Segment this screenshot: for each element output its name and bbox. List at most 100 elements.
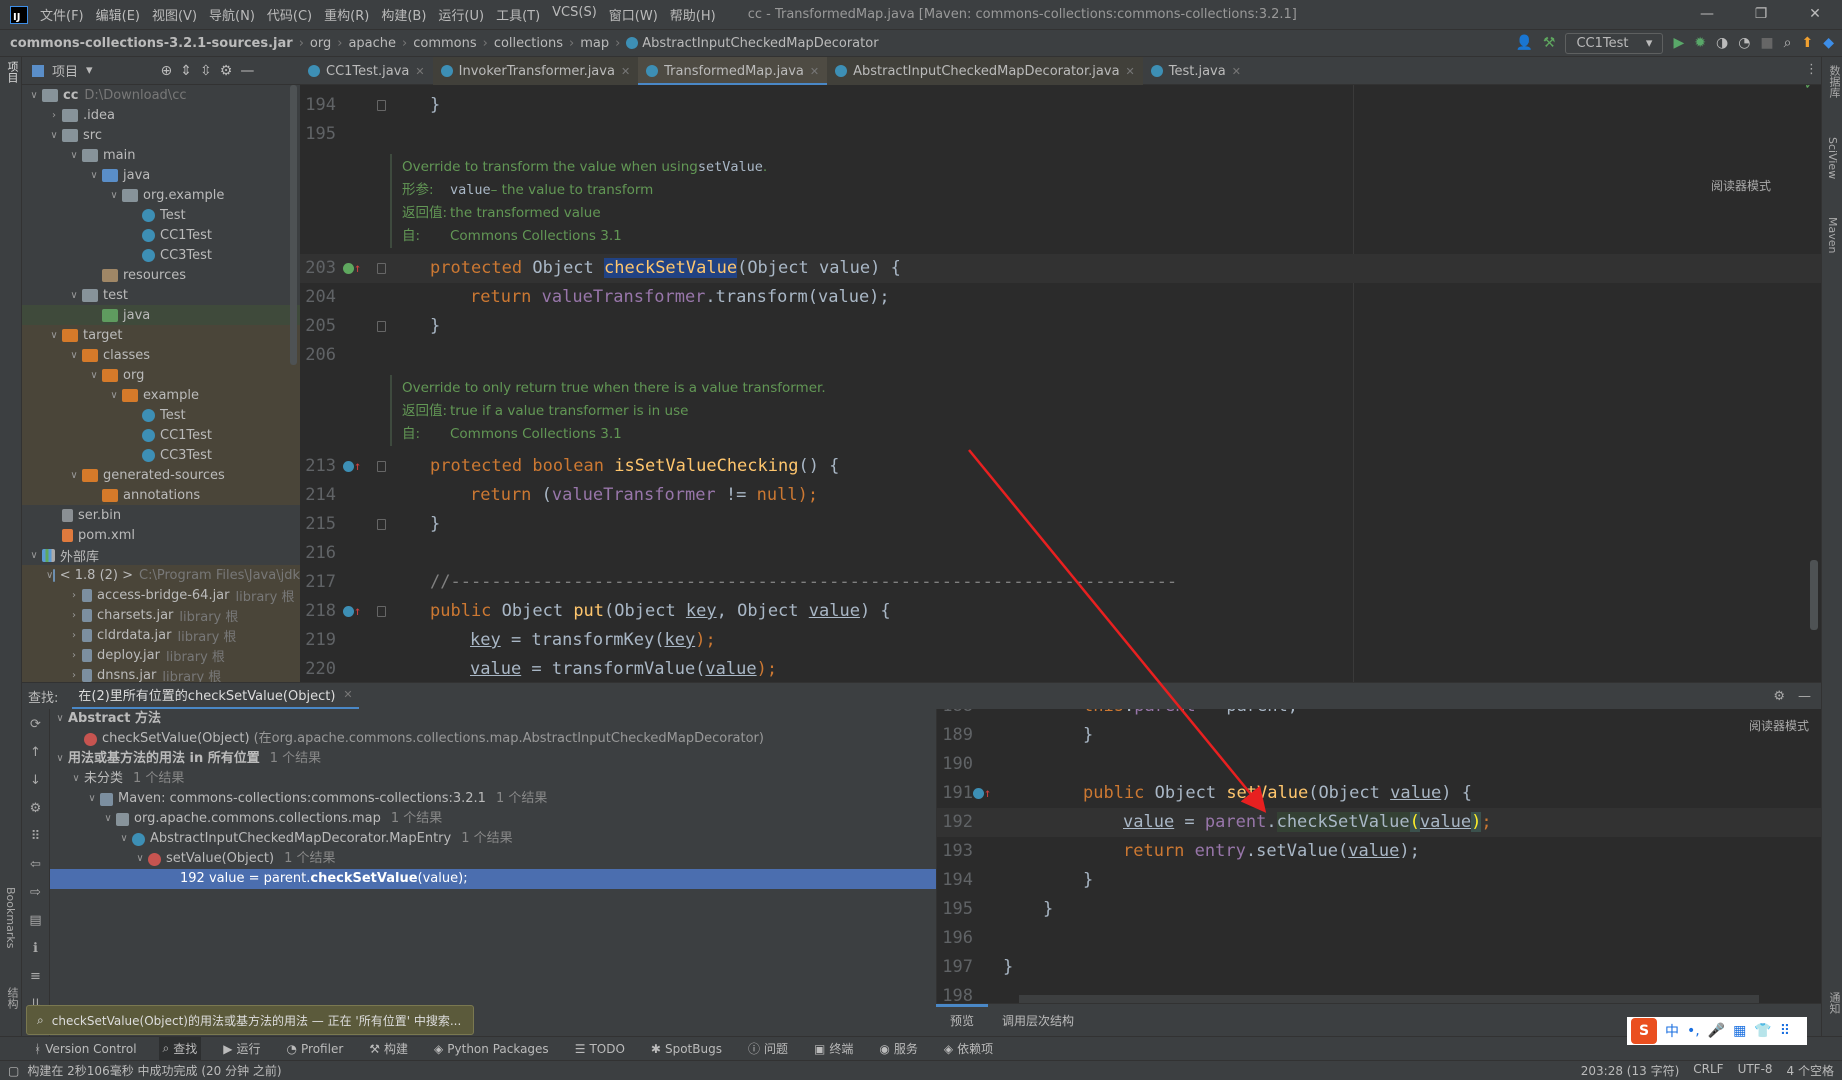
chevron-down-icon[interactable]: ∨: [84, 789, 100, 809]
menu-item[interactable]: 工具(T): [496, 5, 540, 24]
tree-item[interactable]: ∨ org.example: [22, 185, 300, 205]
find-tree-item[interactable]: ∨ AbstractInputCheckedMapDecorator.MapEnt…: [50, 829, 936, 849]
line-number[interactable]: 191: [937, 779, 973, 808]
tree-item[interactable]: ∨ < 1.8 (2) > C:\Program Files\Java\jdk: [22, 565, 300, 585]
rerun-icon[interactable]: ⟳: [26, 715, 46, 735]
gear-icon[interactable]: ⚙: [1773, 689, 1785, 704]
gear-icon[interactable]: ⚙: [220, 63, 233, 79]
debug-icon[interactable]: ✹: [1694, 35, 1706, 51]
line-number[interactable]: 204: [300, 283, 336, 312]
tree-item[interactable]: › .idea: [22, 105, 300, 125]
line-number[interactable]: 188: [937, 709, 973, 721]
menu-item[interactable]: 构建(B): [381, 5, 426, 24]
overrides-method-icon[interactable]: [973, 788, 984, 799]
more-tabs-icon[interactable]: ⋮: [1805, 62, 1818, 77]
close-icon[interactable]: ✕: [1126, 65, 1135, 78]
line-number[interactable]: 192: [937, 808, 973, 837]
tool-window-button[interactable]: ⓘ 问题: [744, 1037, 792, 1061]
project-panel-title[interactable]: 项目: [52, 61, 78, 80]
search-icon[interactable]: ⌕: [1784, 35, 1792, 51]
tree-item[interactable]: ser.bin: [22, 505, 300, 525]
tool-window-button[interactable]: ✱ SpotBugs: [647, 1037, 726, 1061]
collapse-all-icon[interactable]: ⇳: [200, 63, 212, 79]
tool-window-button[interactable]: ᚼ Version Control: [30, 1037, 141, 1061]
tab-preview[interactable]: 预览: [935, 1003, 989, 1029]
next-occurrence-icon[interactable]: ↓: [26, 771, 46, 791]
maven-tool-button[interactable]: Maven: [1826, 217, 1839, 253]
chevron-down-icon[interactable]: ∨: [26, 90, 42, 101]
tree-item[interactable]: resources: [22, 265, 300, 285]
chevron-down-icon[interactable]: ▾: [86, 63, 93, 78]
tree-item[interactable]: ∨ target: [22, 325, 300, 345]
chevron-down-icon[interactable]: ∨: [46, 330, 62, 341]
stop-icon[interactable]: ■: [1760, 35, 1773, 51]
editor-tab[interactable]: CC1Test.java ✕: [300, 57, 433, 85]
fold-marker-icon[interactable]: [377, 606, 386, 617]
tree-item[interactable]: › deploy.jar library 根: [22, 645, 300, 665]
chevron-down-icon[interactable]: ∨: [68, 769, 84, 789]
chevron-right-icon[interactable]: ›: [66, 630, 82, 641]
tree-item[interactable]: ∨ org: [22, 365, 300, 385]
bookmarks-tool-button[interactable]: Bookmarks: [4, 887, 17, 948]
find-tree-item[interactable]: checkSetValue(Object) (在org.apache.common…: [50, 729, 936, 749]
line-number[interactable]: 195: [300, 120, 336, 149]
tab-call-hierarchy[interactable]: 调用层次结构: [1002, 1012, 1074, 1029]
line-number[interactable]: 189: [937, 721, 973, 750]
status-toggle-icon[interactable]: ▢: [8, 1064, 19, 1078]
chevron-down-icon[interactable]: ∨: [52, 709, 68, 729]
chevron-down-icon[interactable]: ∨: [52, 749, 68, 769]
menu-item[interactable]: 编辑(E): [96, 5, 140, 24]
close-button[interactable]: ✕: [1788, 0, 1842, 29]
maximize-button[interactable]: ❐: [1734, 0, 1788, 29]
line-number[interactable]: 196: [937, 924, 973, 953]
breadcrumb-item[interactable]: commons-collections-3.2.1-sources.jar: [10, 36, 293, 51]
chevron-down-icon[interactable]: ∨: [86, 370, 102, 381]
navigate-icon[interactable]: ⇦: [26, 855, 46, 875]
breadcrumb-item[interactable]: org: [310, 36, 331, 51]
editor-tab[interactable]: Test.java ✕: [1143, 57, 1249, 85]
chevron-down-icon[interactable]: ∨: [66, 150, 82, 161]
find-tree-item[interactable]: ∨ setValue(Object) 1 个结果: [50, 849, 936, 869]
chevron-down-icon[interactable]: ∨: [132, 849, 148, 869]
tree-item[interactable]: Test: [22, 205, 300, 225]
user-icon[interactable]: 👤: [1515, 35, 1532, 51]
chevron-down-icon[interactable]: ∨: [100, 809, 116, 829]
line-number[interactable]: 194: [300, 91, 336, 120]
chevron-down-icon[interactable]: ∨: [116, 829, 132, 849]
tree-item[interactable]: pom.xml: [22, 525, 300, 545]
menu-item[interactable]: VCS(S): [552, 5, 597, 24]
tool-window-button[interactable]: ◉ 服务: [875, 1037, 922, 1061]
line-number[interactable]: 216: [300, 539, 336, 568]
tree-item[interactable]: ∨ test: [22, 285, 300, 305]
fold-marker-icon[interactable]: [377, 321, 386, 332]
notifications-tool-button[interactable]: 通知: [1826, 992, 1842, 1014]
profile-icon[interactable]: ◔: [1738, 35, 1750, 51]
menu-item[interactable]: 文件(F): [40, 5, 84, 24]
ime-punct-toggle[interactable]: •,: [1687, 1023, 1700, 1039]
menu-item[interactable]: 重构(R): [324, 5, 369, 24]
code-editor[interactable]: 194} 195 Override to transform the value w…: [300, 85, 1821, 682]
fold-marker-icon[interactable]: [377, 263, 386, 274]
chevron-down-icon[interactable]: ∨: [66, 470, 82, 481]
tool-window-button[interactable]: ⌕ 查找: [158, 1036, 202, 1061]
project-scrollbar[interactable]: [290, 85, 297, 365]
line-number[interactable]: 190: [937, 750, 973, 779]
tree-item[interactable]: CC1Test: [22, 425, 300, 445]
close-icon[interactable]: ✕: [621, 65, 630, 78]
line-number[interactable]: 198: [937, 982, 973, 1003]
microphone-icon[interactable]: 🎤: [1708, 1023, 1725, 1039]
expand-all-icon[interactable]: ⇕: [180, 63, 192, 79]
export-icon[interactable]: ⇨: [26, 883, 46, 903]
line-number[interactable]: 197: [937, 953, 973, 982]
tree-item[interactable]: › dnsns.jar library 根: [22, 665, 300, 682]
fold-marker-icon[interactable]: [377, 100, 386, 111]
close-icon[interactable]: ✕: [810, 65, 819, 78]
tree-item[interactable]: › cldrdata.jar library 根: [22, 625, 300, 645]
breadcrumb-item[interactable]: commons: [413, 36, 476, 51]
line-number[interactable]: 203: [300, 254, 336, 283]
sciview-tool-button[interactable]: SciView: [1826, 137, 1839, 179]
coverage-icon[interactable]: ◑: [1716, 35, 1728, 51]
tree-item[interactable]: Test: [22, 405, 300, 425]
chevron-down-icon[interactable]: ∨: [46, 130, 62, 141]
tool-window-button[interactable]: ⚒ 构建: [365, 1037, 412, 1061]
